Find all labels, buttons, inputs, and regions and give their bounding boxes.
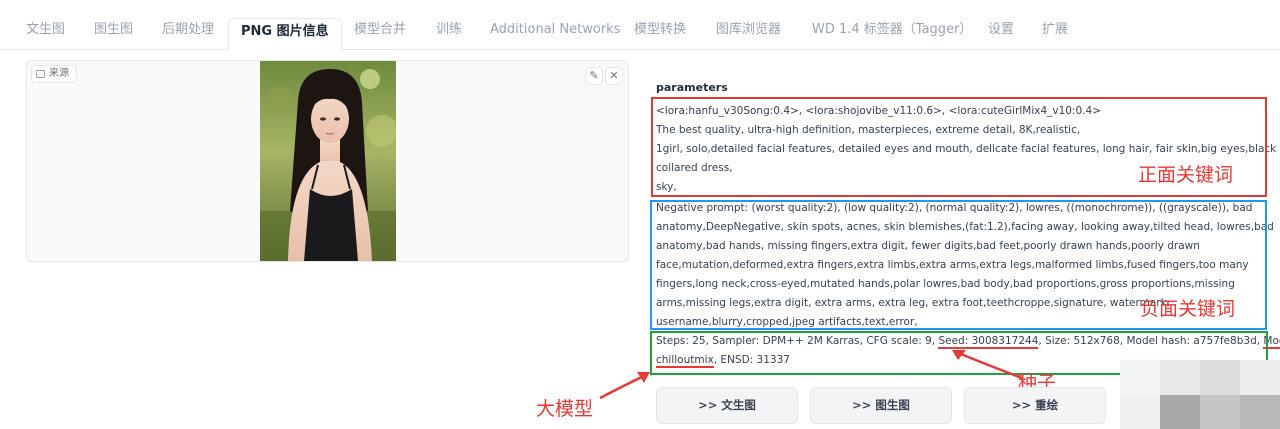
send-to-inpaint-button[interactable]: >> 重绘 xyxy=(964,387,1106,424)
send-to-img2img-button[interactable]: >> 图生图 xyxy=(810,387,952,424)
mosaic-overlay xyxy=(1120,360,1280,429)
send-to-txt2img-button[interactable]: >> 文生图 xyxy=(656,387,798,424)
annotation-arrows xyxy=(599,350,1023,400)
